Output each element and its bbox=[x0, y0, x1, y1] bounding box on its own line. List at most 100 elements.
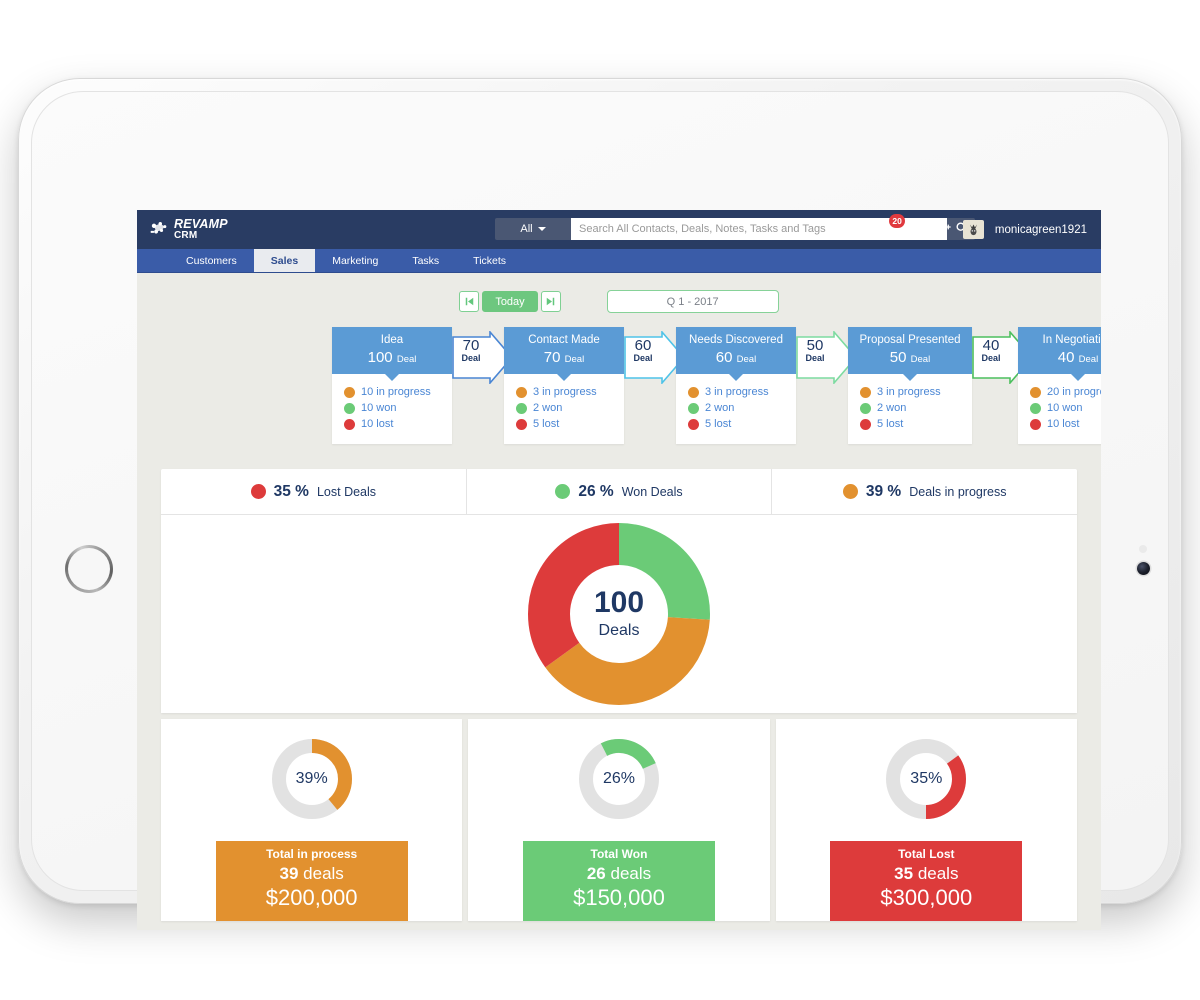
sales-pipeline: Idea 100 Deal 10 in progress 10 won 10 l… bbox=[137, 327, 1101, 455]
stage-count: 70 bbox=[543, 349, 561, 367]
topbar-actions: 20 monicagreen1921 bbox=[881, 210, 1087, 249]
stage-stats: 20 in progress 10 won 10 lost bbox=[1018, 374, 1101, 444]
stat-won: 2 won bbox=[860, 402, 972, 414]
stage-name: Proposal Presented bbox=[859, 334, 961, 346]
pipeline-stage-proposal-presented[interactable]: Proposal Presented 50 Deal 3 in progress… bbox=[848, 327, 972, 445]
stage-count: 60 bbox=[715, 349, 733, 367]
kpi-title: Total Won bbox=[590, 847, 648, 861]
tab-marketing[interactable]: Marketing bbox=[315, 249, 395, 272]
kpi-deals-number: 26 bbox=[586, 864, 606, 883]
skip-next-icon[interactable] bbox=[540, 291, 561, 312]
stat-in-progress: 10 in progress bbox=[344, 386, 452, 398]
legend-percent: 26 % bbox=[578, 482, 614, 500]
deals-overview-card: 35 % Lost Deals 26 % Won Deals 39 % Deal… bbox=[161, 469, 1077, 713]
today-button[interactable]: Today bbox=[482, 291, 538, 312]
stage-name: Contact Made bbox=[528, 334, 600, 346]
connector-label: 40 Deal bbox=[972, 338, 1010, 363]
legend-deals-in-progress[interactable]: 39 % Deals in progress bbox=[771, 469, 1077, 514]
stat-label: 10 lost bbox=[361, 418, 394, 431]
pipeline-stage-idea[interactable]: Idea 100 Deal 10 in progress 10 won 10 l… bbox=[332, 327, 452, 445]
pipeline-stage-needs-discovered[interactable]: Needs Discovered 60 Deal 3 in progress 2… bbox=[676, 327, 796, 445]
kpi-title: Total Lost bbox=[898, 847, 955, 861]
stat-label: 5 lost bbox=[705, 418, 732, 431]
status-dot-won bbox=[516, 402, 527, 414]
deals-legend: 35 % Lost Deals 26 % Won Deals 39 % Deal… bbox=[161, 469, 1077, 515]
connector-count: 50 bbox=[806, 337, 824, 354]
tab-sales[interactable]: Sales bbox=[253, 249, 316, 272]
settings-button[interactable] bbox=[908, 219, 924, 240]
stat-label: 10 lost bbox=[1047, 418, 1080, 431]
status-dot-won bbox=[344, 402, 355, 414]
skip-previous-icon[interactable] bbox=[459, 291, 480, 312]
tab-tasks[interactable]: Tasks bbox=[395, 249, 456, 272]
status-dot-in-progress bbox=[860, 386, 871, 398]
kpi-deals-word: deals bbox=[917, 864, 959, 883]
legend-won-deals[interactable]: 26 % Won Deals bbox=[465, 469, 772, 514]
gauge-label: 26% bbox=[602, 770, 635, 787]
status-dot-won bbox=[1030, 402, 1041, 414]
stat-won: 10 won bbox=[344, 402, 452, 414]
tablet-screen: REVAMP CRM All Search All Contacts, Deal… bbox=[137, 210, 1101, 930]
status-dot-in-progress bbox=[688, 386, 699, 398]
pipeline-stage-contact-made[interactable]: Contact Made 70 Deal 3 in progress 2 won… bbox=[504, 327, 624, 445]
username-label[interactable]: monicagreen1921 bbox=[995, 224, 1087, 236]
avatar[interactable] bbox=[962, 220, 984, 239]
tab-customers-label: Customers bbox=[186, 254, 237, 267]
logo-line-2: CRM bbox=[174, 229, 198, 241]
stat-lost: 5 lost bbox=[860, 418, 972, 430]
app-logo[interactable]: REVAMP CRM bbox=[149, 218, 228, 241]
home-button[interactable] bbox=[65, 545, 113, 593]
stage-count: 40 bbox=[1057, 349, 1075, 367]
notification-count-badge: 20 bbox=[888, 214, 906, 228]
stat-label: 3 in progress bbox=[877, 386, 941, 399]
tab-customers[interactable]: Customers bbox=[169, 249, 254, 272]
stage-unit: Deal bbox=[396, 354, 417, 366]
connector-count: 70 bbox=[462, 337, 480, 354]
deals-donut-chart[interactable]: 100 Deals bbox=[527, 522, 711, 706]
stat-label: 20 in progress bbox=[1047, 386, 1101, 399]
connector-label: 60 Deal bbox=[624, 338, 662, 363]
tab-marketing-label: Marketing bbox=[332, 254, 379, 267]
legend-dot-lost bbox=[250, 484, 266, 499]
kpi-amount: $200,000 bbox=[265, 885, 358, 910]
connector-unit: Deal bbox=[981, 353, 1001, 363]
add-user-button[interactable] bbox=[935, 219, 952, 240]
gauge-label: 39% bbox=[295, 770, 328, 787]
legend-label: Deals in progress bbox=[909, 484, 1007, 499]
front-camera bbox=[1137, 562, 1150, 575]
kpi-card-lost[interactable]: 35% Total Lost 35 deals $300,000 bbox=[775, 719, 1077, 921]
connector-unit: Deal bbox=[633, 353, 653, 363]
connector-label: 50 Deal bbox=[796, 338, 834, 363]
kpi-card-in-process[interactable]: 39% Total in process 39 deals $200,000 bbox=[161, 719, 463, 921]
kpi-banner-won: Total Won 26 deals $150,000 bbox=[522, 841, 715, 921]
status-dot-lost bbox=[516, 418, 527, 430]
gear-network-icon bbox=[149, 220, 169, 240]
period-selector[interactable]: Q 1 - 2017 bbox=[606, 290, 779, 313]
stat-won: 2 won bbox=[516, 402, 624, 414]
status-dot-lost bbox=[688, 418, 699, 430]
stage-count: 100 bbox=[367, 349, 393, 367]
stage-header: Proposal Presented 50 Deal bbox=[848, 327, 972, 375]
connector-label: 70 Deal bbox=[452, 338, 490, 363]
stat-label: 3 in progress bbox=[705, 386, 769, 399]
stat-in-progress: 20 in progress bbox=[1030, 386, 1101, 398]
tab-tickets[interactable]: Tickets bbox=[456, 249, 523, 272]
kpi-card-won[interactable]: 26% Total Won 26 deals $150,000 bbox=[468, 719, 770, 921]
search-scope-dropdown[interactable]: All bbox=[495, 218, 571, 240]
pipeline-stage-in-negotiation[interactable]: In Negotiation 40 Deal 20 in progress 10… bbox=[1018, 327, 1101, 445]
connector-count: 40 bbox=[982, 337, 1000, 354]
kpi-banner-lost: Total Lost 35 deals $300,000 bbox=[830, 841, 1023, 921]
deals-donut-chart-area: 100 Deals bbox=[161, 515, 1077, 713]
add-user-icon bbox=[935, 219, 952, 240]
stage-stats: 3 in progress 2 won 5 lost bbox=[504, 374, 624, 444]
kpi-deals-word: deals bbox=[303, 864, 344, 883]
stat-label: 10 won bbox=[1047, 402, 1083, 415]
notifications-button[interactable]: 20 bbox=[881, 214, 906, 240]
legend-lost-deals[interactable]: 35 % Lost Deals bbox=[161, 469, 466, 514]
stage-unit: Deal bbox=[1078, 354, 1099, 366]
status-dot-lost bbox=[860, 418, 871, 430]
today-navigation-group: Today bbox=[459, 291, 561, 312]
stage-name: Idea bbox=[380, 334, 404, 346]
chevron-down-icon bbox=[537, 227, 546, 231]
stat-won: 10 won bbox=[1030, 402, 1101, 414]
